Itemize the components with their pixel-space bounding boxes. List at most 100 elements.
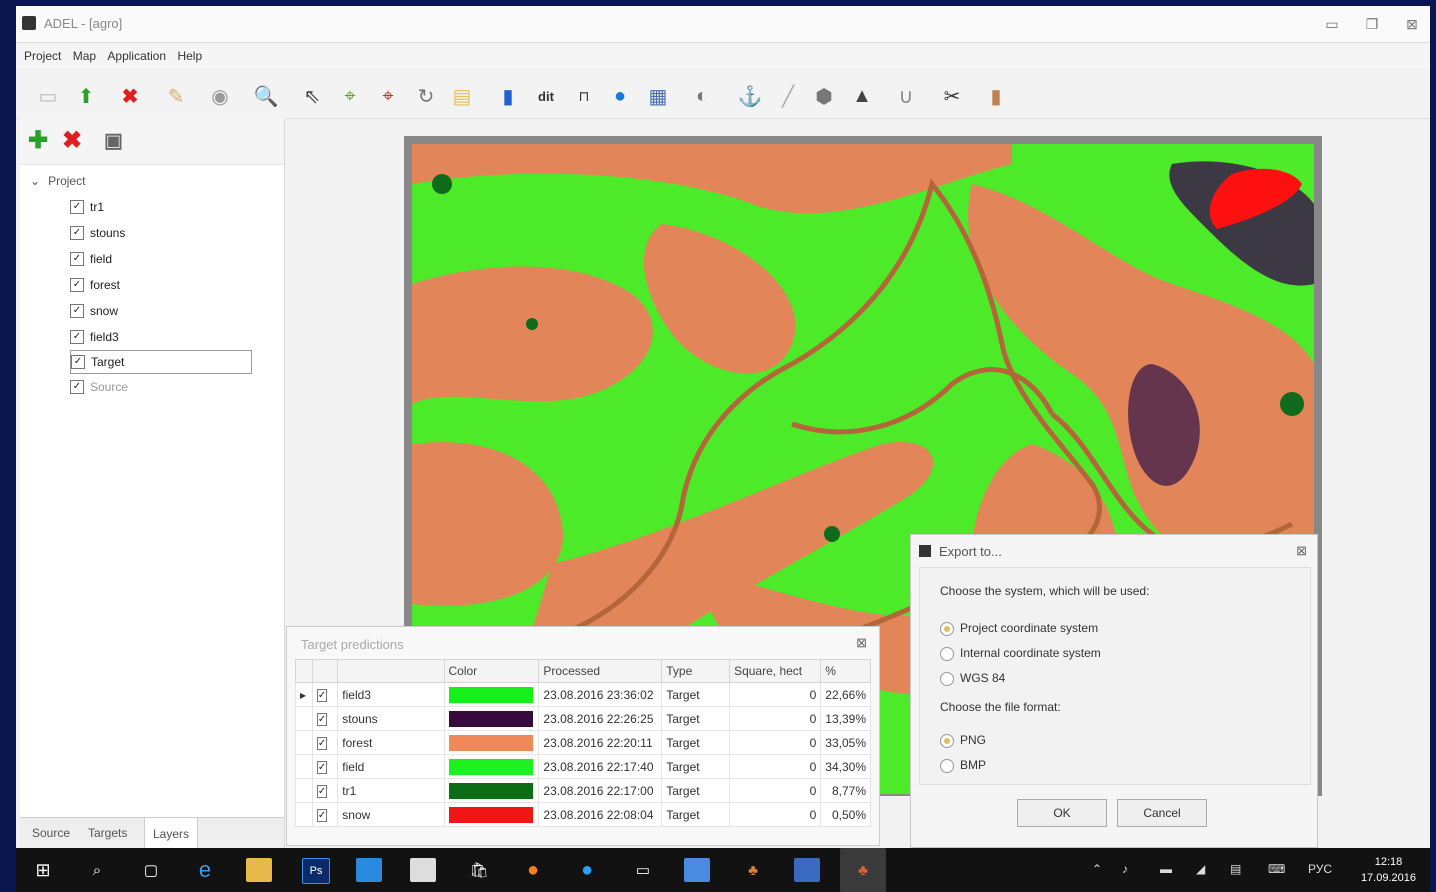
minimize-button[interactable]: ▭	[1322, 16, 1342, 33]
task-view-icon[interactable]: ▢	[138, 858, 164, 882]
app-icon[interactable]	[684, 858, 710, 882]
maximize-button[interactable]: ❐	[1362, 16, 1382, 33]
chevron-up-icon[interactable]: ⌃	[1092, 862, 1102, 876]
select-arrow-icon[interactable]: ⇖	[298, 82, 326, 110]
save-icon[interactable]: ▣	[104, 128, 123, 153]
windows-start-icon[interactable]: ⊞	[30, 858, 56, 882]
tab-source[interactable]: Source	[32, 826, 70, 840]
layer-item-forest[interactable]: ✓ forest	[70, 274, 250, 296]
tab-layers[interactable]: Layers	[144, 818, 199, 848]
table-row[interactable]: ▸ ✓ field3 23.08.2016 23:36:02 Target 0 …	[295, 682, 871, 707]
menu-project[interactable]: Project	[24, 49, 61, 63]
search-icon[interactable]: ⌕	[84, 858, 110, 882]
close-icon[interactable]: ⊠	[1296, 543, 1307, 559]
layer-item-field[interactable]: ✓ field	[70, 248, 250, 270]
radio-wgs84[interactable]	[940, 672, 954, 686]
calculator-icon[interactable]	[410, 858, 436, 882]
column-icon[interactable]: ▮	[982, 82, 1010, 110]
adel-icon[interactable]: ♣	[840, 848, 886, 892]
window-icon[interactable]: ▭	[630, 858, 656, 882]
layer-checkbox[interactable]: ✓	[70, 252, 84, 266]
magnet-icon[interactable]: ∪	[892, 82, 920, 110]
row-checkbox[interactable]: ✓	[311, 802, 339, 827]
edge-icon[interactable]: e	[192, 857, 218, 882]
menu-help[interactable]: Help	[177, 49, 202, 63]
language-indicator[interactable]: РУС	[1308, 862, 1332, 876]
tree-root-project[interactable]: ⌄ Project	[30, 174, 85, 188]
layer-checkbox[interactable]: ✓	[70, 200, 84, 214]
table-row[interactable]: ✓ stouns 23.08.2016 22:26:25 Target 0 13…	[295, 706, 871, 731]
ok-button[interactable]: OK	[1017, 799, 1107, 827]
close-button[interactable]: ⊠	[1402, 16, 1422, 33]
word-icon[interactable]	[794, 858, 820, 882]
layer-item-tr1[interactable]: ✓ tr1	[70, 196, 250, 218]
store-icon[interactable]: 🛍	[466, 858, 492, 882]
scissors-icon[interactable]: ✂	[938, 82, 966, 110]
table-row[interactable]: ✓ field 23.08.2016 22:17:40 Target 0 34,…	[295, 754, 871, 779]
column-header-color[interactable]: Color	[443, 659, 540, 683]
circle-icon[interactable]: ◉	[206, 82, 234, 110]
globe-icon[interactable]: ●	[606, 82, 634, 110]
line-icon[interactable]: ╱	[774, 82, 802, 110]
row-checkbox[interactable]: ✓	[311, 706, 339, 731]
battery-icon[interactable]: ▬	[1160, 862, 1172, 876]
layer-item-field3[interactable]: ✓ field3	[70, 326, 250, 348]
radio-bmp[interactable]	[940, 759, 954, 773]
dit-icon[interactable]: dit	[532, 82, 560, 110]
volume-icon[interactable]: ♪	[1122, 862, 1128, 876]
column-header-processed[interactable]: Processed	[538, 659, 663, 683]
file-explorer-icon[interactable]	[246, 858, 272, 882]
select-region-icon[interactable]: ⌖	[336, 82, 364, 110]
layer-checkbox[interactable]: ✓	[70, 304, 84, 318]
layer-checkbox[interactable]: ✓	[70, 380, 84, 394]
row-checkbox[interactable]: ✓	[311, 754, 339, 779]
zoom-icon[interactable]: 🔍	[252, 82, 280, 110]
row-checkbox[interactable]: ✓	[311, 778, 339, 803]
new-file-icon[interactable]: ▭	[34, 82, 62, 110]
layers-icon[interactable]: ◐	[688, 82, 716, 110]
radio-project-coordinate-system[interactable]	[940, 622, 954, 636]
radio-internal-coordinate-system[interactable]	[940, 647, 954, 661]
close-icon[interactable]: ⊠	[856, 635, 867, 651]
row-checkbox[interactable]: ✓	[311, 682, 339, 707]
skype-icon[interactable]: ●	[574, 858, 600, 882]
column-header-type[interactable]: Type	[661, 659, 731, 683]
layer-item-stouns[interactable]: ✓ stouns	[70, 222, 250, 244]
column-header-percent[interactable]: %	[820, 659, 871, 683]
rotate-icon[interactable]: ↻	[412, 82, 440, 110]
cursor-icon[interactable]: ▲	[848, 82, 876, 110]
game-icon[interactable]: ♣	[740, 858, 766, 882]
layer-checkbox[interactable]: ✓	[70, 278, 84, 292]
add-icon[interactable]: ⬆	[72, 82, 100, 110]
photoshop-icon[interactable]: Ps	[302, 858, 330, 884]
sphere-icon[interactable]: ⬢	[810, 82, 838, 110]
layer-checkbox[interactable]: ✓	[70, 330, 84, 344]
notification-icon[interactable]: ▤	[1230, 862, 1241, 876]
store-app-icon[interactable]	[356, 858, 382, 882]
table-row[interactable]: ✓ forest 23.08.2016 22:20:11 Target 0 33…	[295, 730, 871, 755]
remove-layer-icon[interactable]: ✖	[62, 126, 82, 155]
layer-item-target[interactable]: ✓ Target	[70, 350, 252, 374]
table-row[interactable]: ✓ snow 23.08.2016 22:08:04 Target 0 0,50…	[295, 802, 871, 827]
menu-map[interactable]: Map	[73, 49, 96, 63]
cancel-button[interactable]: Cancel	[1117, 799, 1207, 827]
folder-icon[interactable]: ▤	[448, 82, 476, 110]
pin-icon[interactable]: ⚓	[736, 82, 764, 110]
firefox-icon[interactable]: ●	[520, 858, 546, 882]
row-checkbox[interactable]: ✓	[311, 730, 339, 755]
layer-item-source[interactable]: ✓ Source	[70, 376, 250, 398]
edit-icon[interactable]: ✎	[162, 82, 190, 110]
layer-item-snow[interactable]: ✓ snow	[70, 300, 250, 322]
tab-targets[interactable]: Targets	[88, 826, 127, 840]
select-region-red-icon[interactable]: ⌖	[374, 82, 402, 110]
clock[interactable]: 12:18 17.09.2016	[1361, 854, 1416, 886]
column-header-square[interactable]: Square, hect	[729, 659, 822, 683]
table-row[interactable]: ✓ tr1 23.08.2016 22:17:00 Target 0 8,77%	[295, 778, 871, 803]
layer-checkbox[interactable]: ✓	[71, 355, 85, 369]
menu-application[interactable]: Application	[107, 49, 166, 63]
filter-icon[interactable]: ⊓	[570, 82, 598, 110]
layer-checkbox[interactable]: ✓	[70, 226, 84, 240]
add-layer-icon[interactable]: ✚	[28, 126, 48, 155]
color-bars-icon[interactable]: ▮	[494, 82, 522, 110]
delete-icon[interactable]: ✖	[116, 82, 144, 110]
